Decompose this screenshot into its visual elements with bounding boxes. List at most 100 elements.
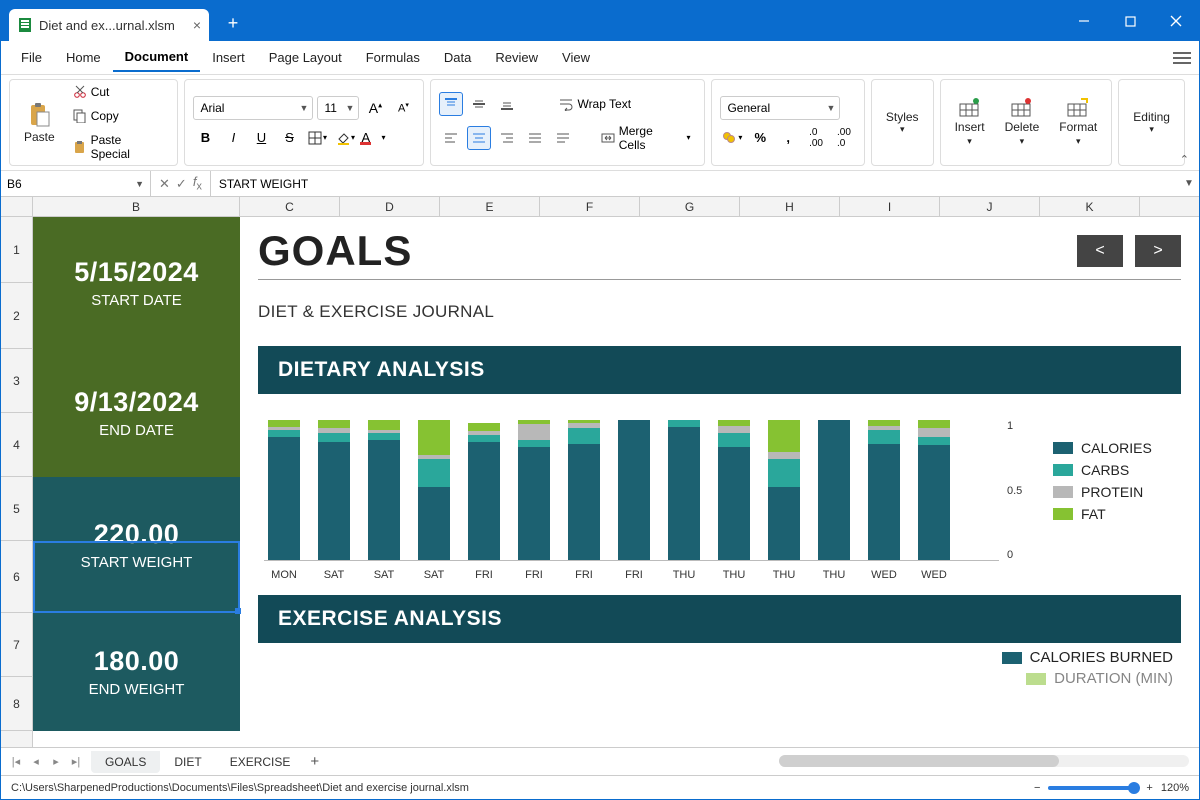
formula-input[interactable]: START WEIGHT [211, 171, 1179, 196]
zoom-slider[interactable] [1048, 786, 1138, 790]
align-left-button[interactable] [439, 126, 463, 150]
sheet-nav-first[interactable]: |◂ [7, 755, 25, 768]
align-center-button[interactable] [467, 126, 491, 150]
menu-page-layout[interactable]: Page Layout [257, 44, 354, 71]
column-header[interactable]: K [1040, 197, 1140, 216]
borders-button[interactable]: ▾ [305, 126, 329, 150]
row-header[interactable]: 3 [1, 349, 32, 413]
column-header[interactable]: I [840, 197, 940, 216]
format-cells-icon [1067, 98, 1089, 118]
menu-file[interactable]: File [9, 44, 54, 71]
row-header[interactable]: 2 [1, 283, 32, 349]
document-tab[interactable]: Diet and ex...urnal.xlsm × [9, 9, 209, 41]
underline-button[interactable]: U [249, 126, 273, 150]
increase-font-button[interactable]: A▴ [363, 96, 387, 120]
maximize-button[interactable] [1107, 1, 1153, 41]
sheet-nav-last[interactable]: ▸| [67, 755, 85, 768]
summary-label: END WEIGHT [89, 681, 185, 698]
add-sheet-button[interactable]: + [310, 753, 319, 770]
menu-document[interactable]: Document [113, 43, 201, 72]
percent-button[interactable]: % [748, 126, 772, 150]
cut-button[interactable]: Cut [67, 83, 170, 101]
row-header[interactable]: 5 [1, 477, 32, 541]
menu-overflow-icon[interactable] [1173, 51, 1191, 65]
fx-icon[interactable]: fx [193, 174, 202, 193]
chevron-down-icon: ▼ [135, 179, 144, 189]
select-all-corner[interactable] [1, 197, 33, 216]
decrease-decimal-button[interactable]: .00.0 [832, 126, 856, 150]
accept-formula-icon[interactable]: ✓ [176, 176, 187, 192]
wrap-text-button[interactable]: Wrap Text [553, 95, 637, 113]
delete-cells-button[interactable]: Delete▾ [999, 94, 1046, 151]
italic-button[interactable]: I [221, 126, 245, 150]
strikethrough-button[interactable]: S [277, 126, 301, 150]
paste-special-button[interactable]: Paste Special [67, 131, 170, 163]
cancel-formula-icon[interactable]: ✕ [159, 176, 170, 192]
align-distributed-button[interactable] [551, 126, 575, 150]
column-header[interactable]: F [540, 197, 640, 216]
summary-card: 220.00START WEIGHT [33, 477, 240, 613]
next-button[interactable]: > [1135, 235, 1181, 267]
increase-decimal-button[interactable]: .0.00 [804, 126, 828, 150]
legend-item: PROTEIN [1053, 484, 1175, 500]
sheet-nav-next[interactable]: ▸ [47, 755, 65, 768]
minimize-button[interactable] [1061, 1, 1107, 41]
align-justify-button[interactable] [523, 126, 547, 150]
menu-home[interactable]: Home [54, 44, 113, 71]
column-header[interactable]: J [940, 197, 1040, 216]
menu-review[interactable]: Review [483, 44, 550, 71]
sheet-tab[interactable]: EXERCISE [216, 751, 305, 773]
font-color-button[interactable]: A▾ [361, 126, 385, 150]
sheet-tab[interactable]: DIET [160, 751, 215, 773]
tab-close-icon[interactable]: × [193, 17, 201, 33]
expand-formula-bar-icon[interactable]: ▼ [1179, 171, 1199, 196]
currency-button[interactable]: ▾ [720, 126, 744, 150]
menu-insert[interactable]: Insert [200, 44, 257, 71]
prev-button[interactable]: < [1077, 235, 1123, 267]
menu-view[interactable]: View [550, 44, 602, 71]
close-window-button[interactable] [1153, 1, 1199, 41]
column-header[interactable]: C [240, 197, 340, 216]
thousands-button[interactable]: , [776, 126, 800, 150]
menu-formulas[interactable]: Formulas [354, 44, 432, 71]
row-header[interactable]: 7 [1, 613, 32, 677]
fill-color-button[interactable]: ▾ [333, 126, 357, 150]
sheet-tab[interactable]: GOALS [91, 751, 160, 773]
insert-cells-button[interactable]: Insert▾ [949, 94, 991, 151]
row-header[interactable]: 4 [1, 413, 32, 477]
scrollbar-thumb[interactable] [779, 755, 1059, 767]
row-header[interactable]: 8 [1, 677, 32, 731]
column-header[interactable]: H [740, 197, 840, 216]
collapse-ribbon-icon[interactable]: ⌃ [1180, 153, 1189, 166]
sheet-area[interactable]: 12345678 5/15/2024START DATE9/13/2024END… [1, 217, 1199, 747]
zoom-out-button[interactable]: − [1034, 782, 1040, 794]
zoom-in-button[interactable]: + [1146, 782, 1152, 794]
align-bottom-button[interactable] [495, 92, 519, 116]
paste-button[interactable]: Paste [18, 98, 61, 148]
editing-button[interactable]: Editing▾ [1127, 106, 1176, 139]
styles-button[interactable]: Styles▾ [880, 106, 925, 139]
number-format-combo[interactable]: General▼ [720, 96, 840, 120]
decrease-font-button[interactable]: A▾ [391, 96, 415, 120]
column-header[interactable]: D [340, 197, 440, 216]
column-header[interactable]: G [640, 197, 740, 216]
bold-button[interactable]: B [193, 126, 217, 150]
align-right-button[interactable] [495, 126, 519, 150]
align-top-button[interactable] [439, 92, 463, 116]
new-tab-button[interactable]: + [219, 9, 247, 37]
align-middle-button[interactable] [467, 92, 491, 116]
column-header[interactable]: B [33, 197, 240, 216]
font-name-combo[interactable]: Arial▼ [193, 96, 313, 120]
chart-segment [418, 420, 450, 455]
column-header[interactable]: E [440, 197, 540, 216]
copy-button[interactable]: Copy [67, 107, 170, 125]
horizontal-scrollbar[interactable] [779, 755, 1189, 767]
format-cells-button[interactable]: Format▾ [1053, 94, 1103, 151]
row-header[interactable]: 6 [1, 541, 32, 613]
menu-data[interactable]: Data [432, 44, 483, 71]
sheet-nav-prev[interactable]: ◂ [27, 755, 45, 768]
merge-cells-button[interactable]: Merge Cells▾ [595, 122, 697, 154]
name-box[interactable]: B6▼ [1, 171, 151, 196]
row-header[interactable]: 1 [1, 217, 32, 283]
font-size-combo[interactable]: 11▼ [317, 96, 359, 120]
